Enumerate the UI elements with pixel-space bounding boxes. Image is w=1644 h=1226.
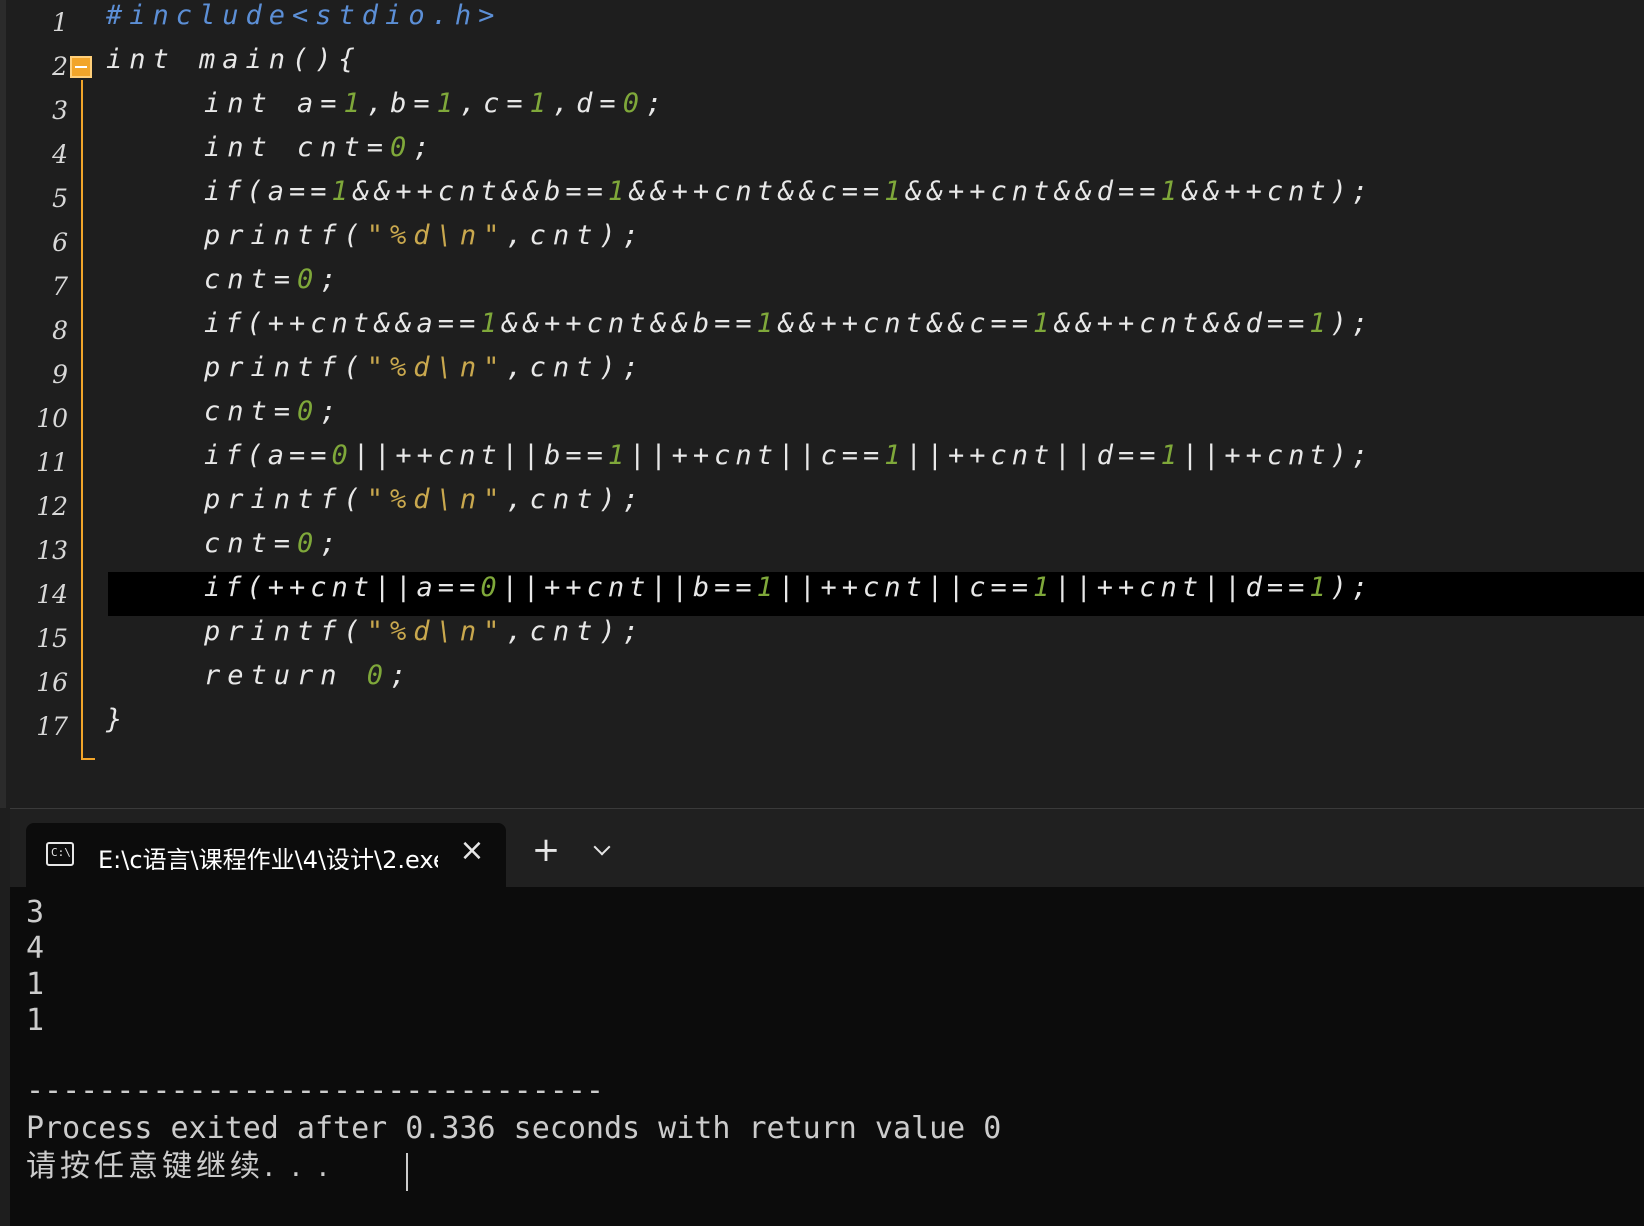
code-line[interactable]: 4 int cnt=0; xyxy=(0,132,1644,178)
code-line[interactable]: 2 int main(){ xyxy=(0,44,1644,90)
code-text: printf("%d\n",cnt); xyxy=(204,352,646,383)
console-icon: C:\ xyxy=(46,842,74,866)
process-exit-message: Process exited after 0.336 seconds with … xyxy=(26,1111,1002,1146)
output-line: 1 xyxy=(26,1003,45,1038)
code-text: printf("%d\n",cnt); xyxy=(204,220,646,251)
line-number: 10 xyxy=(36,404,68,433)
line-number: 11 xyxy=(36,448,68,477)
line-number: 7 xyxy=(52,272,68,301)
terminal-window[interactable]: C:\ E:\c语言\课程作业\4\设计\2.exe × + 3 4 1 1 -… xyxy=(10,808,1644,1226)
terminal-tab[interactable]: C:\ E:\c语言\课程作业\4\设计\2.exe × xyxy=(26,823,506,887)
line-number: 12 xyxy=(36,492,68,521)
line-number: 4 xyxy=(52,140,68,169)
press-any-key-prompt: 请按任意键继续. . . xyxy=(26,1149,332,1184)
separator-line: -------------------------------- xyxy=(26,1073,604,1108)
code-text: cnt=0; xyxy=(204,396,344,427)
new-tab-icon[interactable]: + xyxy=(528,833,564,869)
output-line: 1 xyxy=(26,967,45,1002)
code-text: printf("%d\n",cnt); xyxy=(204,616,646,647)
code-text: return 0; xyxy=(204,660,414,691)
line-number: 6 xyxy=(52,228,68,257)
chevron-down-icon[interactable] xyxy=(588,837,618,867)
line-number: 2 xyxy=(52,52,68,81)
code-line[interactable]: 17 } xyxy=(0,704,1644,750)
terminal-tab-bar: C:\ E:\c语言\课程作业\4\设计\2.exe × + xyxy=(10,809,1644,887)
code-line[interactable]: 16 return 0; xyxy=(0,660,1644,706)
line-number: 3 xyxy=(52,96,68,125)
code-text: int cnt=0; xyxy=(204,132,437,163)
line-number: 17 xyxy=(36,712,68,741)
line-number: 16 xyxy=(36,668,68,697)
code-line[interactable]: 3 int a=1,b=1,c=1,d=0; xyxy=(0,88,1644,134)
code-text: int a=1,b=1,c=1,d=0; xyxy=(204,88,670,119)
code-line[interactable]: 5 if(a==1&&++cnt&&b==1&&++cnt&&c==1&&++c… xyxy=(0,176,1644,222)
code-line[interactable]: 9 printf("%d\n",cnt); xyxy=(0,352,1644,398)
code-line[interactable]: 15 printf("%d\n",cnt); xyxy=(0,616,1644,662)
code-editor[interactable]: 1 #include<stdio.h> 2 int main(){ 3 int … xyxy=(0,0,1644,808)
code-text: if(a==1&&++cnt&&b==1&&++cnt&&c==1&&++cnt… xyxy=(204,176,1374,207)
output-line: 3 xyxy=(26,895,45,930)
tab-title: E:\c语言\课程作业\4\设计\2.exe xyxy=(98,846,438,870)
line-number: 5 xyxy=(52,184,68,213)
code-text: int main(){ xyxy=(106,44,362,75)
code-text: if(a==0||++cnt||b==1||++cnt||c==1||++cnt… xyxy=(204,440,1374,471)
code-line[interactable]: 10 cnt=0; xyxy=(0,396,1644,442)
code-text: if(++cnt||a==0||++cnt||b==1||++cnt||c==1… xyxy=(204,572,1374,603)
code-text: if(++cnt&&a==1&&++cnt&&b==1&&++cnt&&c==1… xyxy=(204,308,1374,339)
line-number: 9 xyxy=(52,360,68,389)
code-text: printf("%d\n",cnt); xyxy=(204,484,646,515)
code-line[interactable]: 1 #include<stdio.h> xyxy=(0,0,1644,46)
code-text: cnt=0; xyxy=(204,264,344,295)
code-text: } xyxy=(106,704,130,735)
code-line[interactable]: 11 if(a==0||++cnt||b==1||++cnt||c==1||++… xyxy=(0,440,1644,486)
output-line: 4 xyxy=(26,931,45,966)
code-line[interactable]: 7 cnt=0; xyxy=(0,264,1644,310)
line-number: 8 xyxy=(52,316,68,345)
code-line[interactable]: 6 printf("%d\n",cnt); xyxy=(0,220,1644,266)
fold-guide-end xyxy=(81,758,95,760)
text-cursor xyxy=(406,1153,408,1191)
close-icon[interactable]: × xyxy=(458,836,486,866)
code-line[interactable]: 12 printf("%d\n",cnt); xyxy=(0,484,1644,530)
code-line-current[interactable]: 14 if(++cnt||a==0||++cnt||b==1||++cnt||c… xyxy=(0,572,1644,618)
line-number: 13 xyxy=(36,536,68,565)
console-icon-label: C:\ xyxy=(51,846,71,859)
line-number: 15 xyxy=(36,624,68,653)
code-text: #include<stdio.h> xyxy=(106,0,502,31)
code-line[interactable]: 8 if(++cnt&&a==1&&++cnt&&b==1&&++cnt&&c=… xyxy=(0,308,1644,354)
code-text: cnt=0; xyxy=(204,528,344,559)
code-line[interactable]: 13 cnt=0; xyxy=(0,528,1644,574)
line-number: 14 xyxy=(36,580,68,609)
line-number: 1 xyxy=(52,8,68,37)
